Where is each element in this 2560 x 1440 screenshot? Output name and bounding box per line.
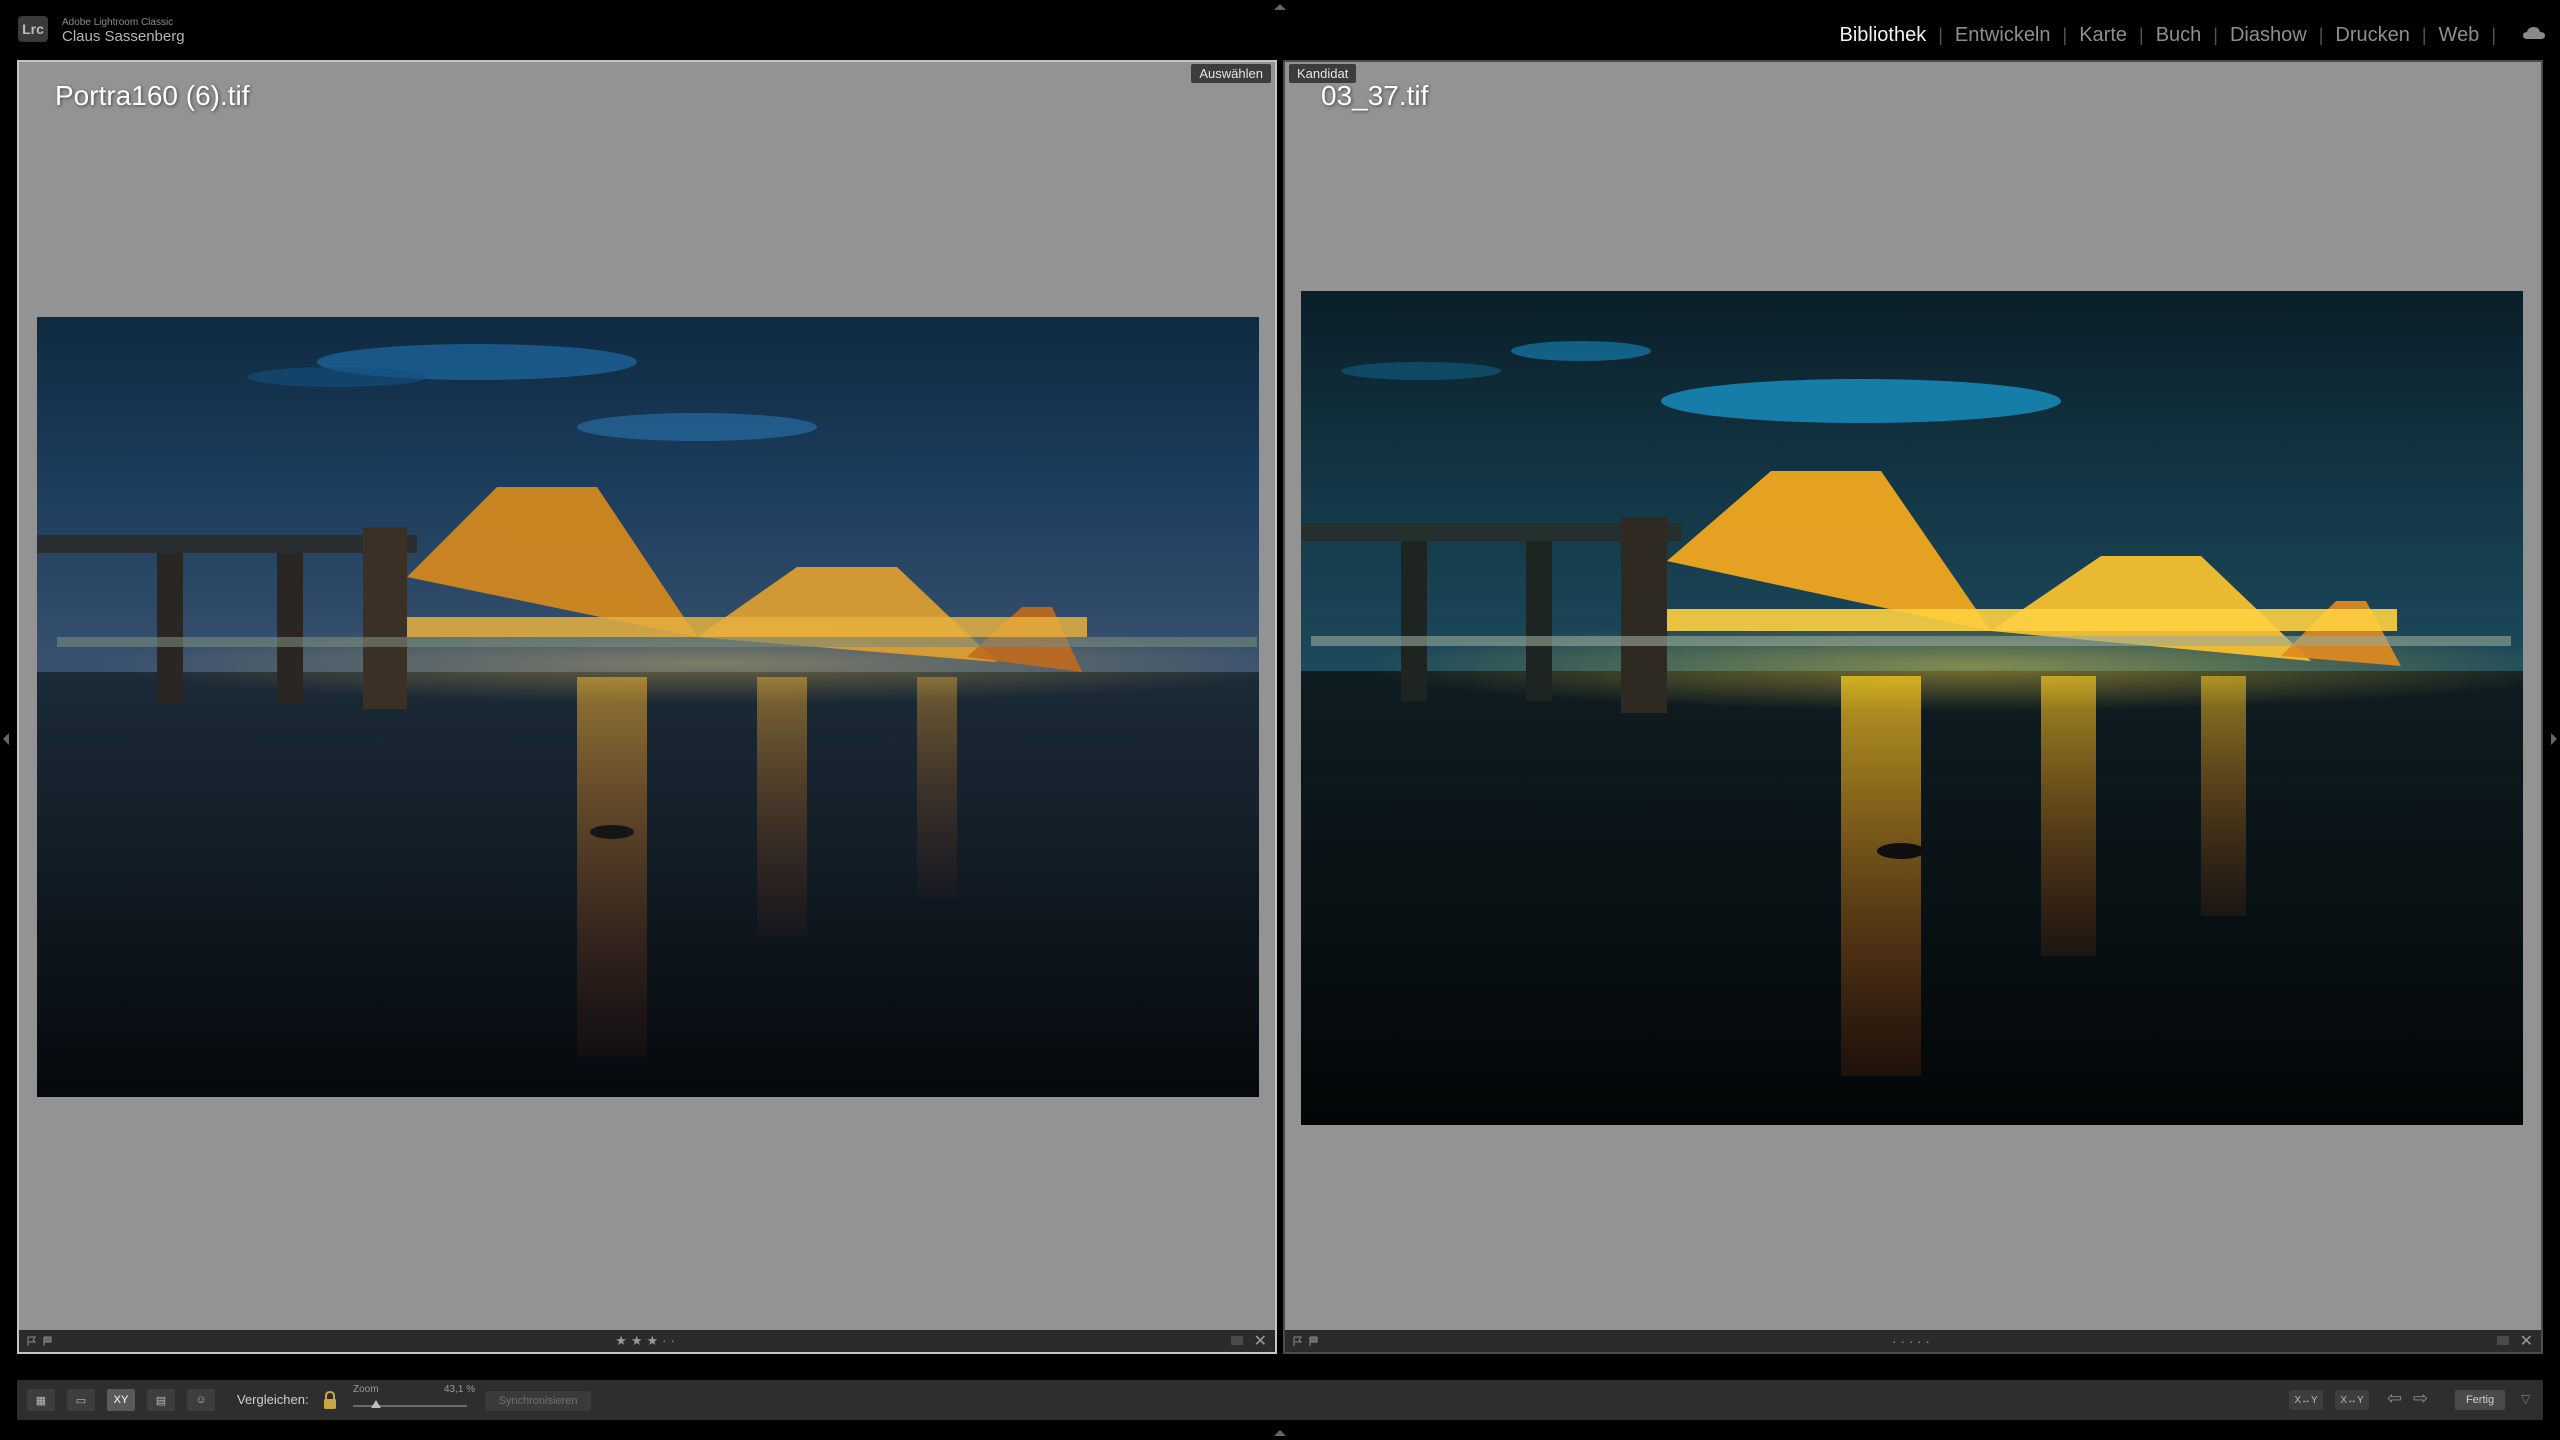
lightroom-logo-icon: Lrc (18, 16, 48, 42)
flag-icon[interactable] (27, 1336, 37, 1346)
zoom-value: 43,1 % (444, 1384, 476, 1395)
module-separator: | (1938, 25, 1943, 45)
close-candidate-button[interactable]: ✕ (2520, 1331, 2533, 1351)
identity-plate-user[interactable]: Claus Sassenberg (62, 28, 185, 45)
left-panel-toggle-icon[interactable] (3, 733, 9, 745)
lock-icon[interactable] (322, 1390, 338, 1410)
compare-pane-select[interactable]: Auswählen Portra160 (6).tif ★★★·· ✕ (17, 60, 1277, 1354)
close-select-button[interactable]: ✕ (1254, 1331, 1267, 1351)
toolbar-menu-icon[interactable]: ▽ (2521, 1392, 2530, 1406)
module-separator: | (2139, 25, 2144, 45)
compare-view-icon[interactable]: XY (107, 1389, 135, 1411)
compare-pane-candidate[interactable]: Kandidat 03_37.tif ····· ✕ (1283, 60, 2543, 1354)
module-buch[interactable]: Buch (2156, 24, 2202, 47)
select-rating[interactable]: ★★★·· (615, 1333, 679, 1349)
module-karte[interactable]: Karte (2079, 24, 2127, 47)
module-picker: Bibliothek | Entwickeln | Karte | Buch |… (1840, 24, 2509, 47)
select-photo[interactable] (37, 317, 1259, 1097)
select-footer: ★★★·· ✕ (19, 1330, 1275, 1352)
cloud-sync-icon[interactable] (2522, 26, 2546, 40)
sync-button[interactable]: Synchronisieren (485, 1391, 591, 1411)
bottom-panel-toggle-icon[interactable] (1274, 1430, 1286, 1436)
module-separator: | (2491, 25, 2496, 45)
candidate-rating[interactable]: ····· (1892, 1334, 1934, 1349)
swap-button[interactable]: X↔Y (2289, 1390, 2323, 1410)
flag-icon[interactable] (1293, 1336, 1303, 1346)
select-color-label[interactable] (1231, 1336, 1243, 1345)
candidate-footer: ····· ✕ (1285, 1330, 2541, 1352)
module-web[interactable]: Web (2439, 24, 2480, 47)
module-entwickeln[interactable]: Entwickeln (1955, 24, 2051, 47)
people-view-icon[interactable]: ☺ (187, 1389, 215, 1411)
right-panel-toggle-icon[interactable] (2551, 733, 2557, 745)
top-panel-toggle-icon[interactable] (1274, 4, 1286, 10)
select-filename: Portra160 (6).tif (55, 80, 250, 111)
module-separator: | (2421, 25, 2427, 45)
candidate-photo[interactable] (1301, 291, 2523, 1125)
module-separator: | (2318, 25, 2324, 45)
candidate-color-label[interactable] (2497, 1336, 2509, 1345)
zoom-label: Zoom (353, 1384, 379, 1395)
done-button[interactable]: Fertig (2455, 1390, 2505, 1410)
compare-label: Vergleichen: (237, 1392, 309, 1407)
module-drucken[interactable]: Drucken (2335, 24, 2409, 47)
module-separator: | (2062, 25, 2068, 45)
module-separator: | (2213, 25, 2218, 45)
make-select-button[interactable]: X↔Y (2335, 1390, 2369, 1410)
library-toolbar: ▦ ▭ XY ▤ ☺ Vergleichen: Zoom 43,1 % Sync… (17, 1380, 2543, 1420)
module-bibliothek[interactable]: Bibliothek (1840, 24, 1927, 47)
select-badge: Auswählen (1191, 64, 1271, 83)
loupe-view-icon[interactable]: ▭ (67, 1389, 95, 1411)
survey-view-icon[interactable]: ▤ (147, 1389, 175, 1411)
next-photo-icon[interactable]: ⇨ (2413, 1388, 2428, 1409)
module-diashow[interactable]: Diashow (2230, 24, 2307, 47)
app-name: Adobe Lightroom Classic (62, 17, 174, 28)
candidate-filename: 03_37.tif (1321, 80, 1429, 111)
zoom-slider-thumb[interactable] (370, 1400, 381, 1408)
reject-flag-icon[interactable] (43, 1336, 53, 1346)
reject-flag-icon[interactable] (1309, 1336, 1319, 1346)
grid-view-icon[interactable]: ▦ (27, 1389, 55, 1411)
previous-photo-icon[interactable]: ⇦ (2387, 1388, 2402, 1409)
